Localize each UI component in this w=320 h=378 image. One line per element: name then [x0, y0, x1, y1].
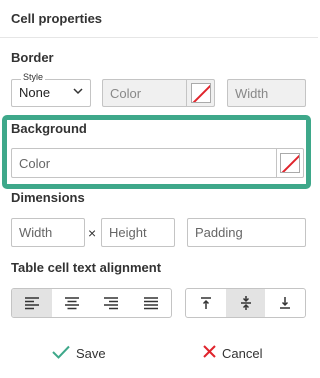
align-right-icon[interactable] [92, 289, 132, 317]
cell-padding-placeholder: Padding [195, 225, 243, 240]
save-label: Save [76, 345, 106, 361]
cell-width-input[interactable]: Width [11, 218, 85, 247]
check-icon [52, 345, 70, 362]
cell-width-placeholder: Width [19, 225, 53, 240]
cell-height-input[interactable]: Height [101, 218, 175, 247]
align-center-icon[interactable] [52, 289, 92, 317]
cell-height-placeholder: Height [109, 225, 147, 240]
cancel-button[interactable]: Cancel [203, 343, 262, 363]
cancel-label: Cancel [222, 345, 263, 361]
no-color-icon [190, 83, 211, 103]
alignment-heading: Table cell text alignment [11, 260, 162, 275]
border-style-legend: Style [21, 72, 46, 82]
align-middle-icon[interactable] [225, 289, 266, 317]
header-divider [0, 37, 318, 38]
horizontal-alignment-group [11, 288, 172, 318]
panel-title: Cell properties [11, 11, 103, 26]
save-button[interactable]: Save [52, 343, 106, 363]
align-top-icon[interactable] [186, 289, 226, 317]
background-color-swatch[interactable] [276, 149, 303, 177]
times-sign: × [88, 225, 97, 241]
cell-padding-input[interactable]: Padding [187, 218, 306, 247]
vertical-alignment-group [185, 288, 306, 318]
border-heading: Border [11, 50, 54, 65]
background-color-placeholder: Color [19, 155, 51, 171]
border-width-input[interactable]: Width [227, 79, 306, 107]
border-style-value: None [19, 85, 51, 100]
no-color-icon [280, 153, 300, 173]
close-icon [203, 345, 216, 361]
chevron-down-icon[interactable] [73, 87, 83, 98]
background-color-input[interactable]: Color [11, 148, 304, 178]
dimensions-heading: Dimensions [11, 190, 85, 205]
border-color-placeholder: Color [110, 85, 142, 101]
background-heading: Background [11, 121, 87, 136]
border-width-placeholder: Width [235, 85, 269, 101]
border-color-swatch[interactable] [186, 80, 214, 106]
align-left-icon[interactable] [12, 289, 52, 317]
align-justify-icon[interactable] [131, 289, 171, 317]
align-bottom-icon[interactable] [265, 289, 305, 317]
